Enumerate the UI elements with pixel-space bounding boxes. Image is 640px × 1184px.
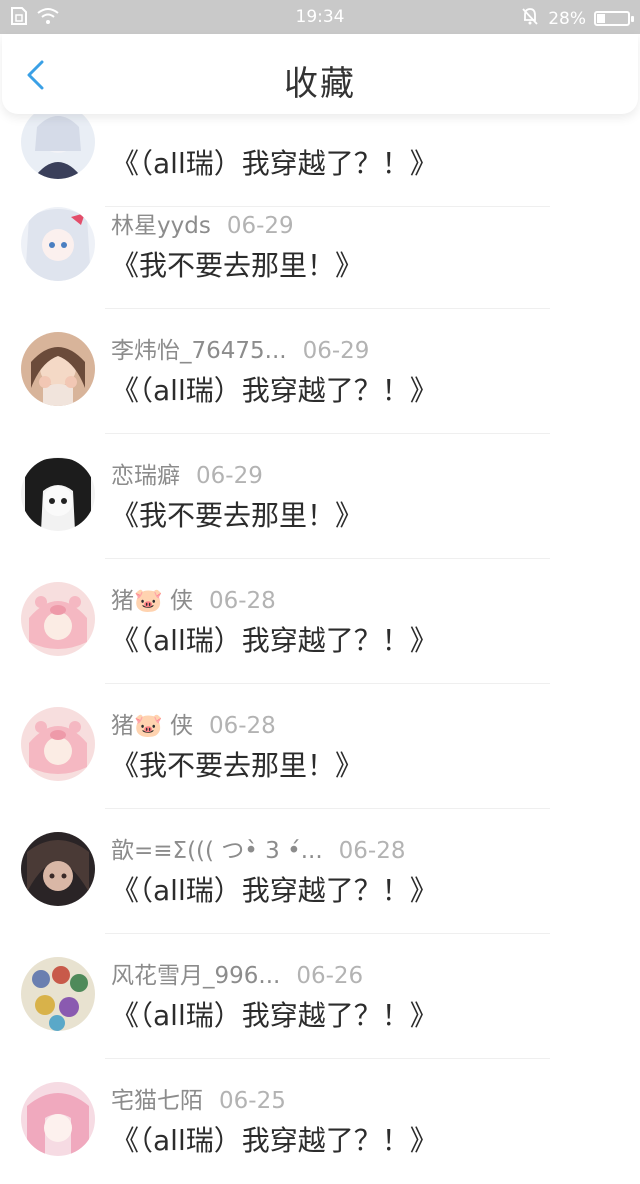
post-date: 06-29: [302, 338, 370, 364]
favorite-title: 《我不要去那里！》: [111, 749, 364, 782]
avatar: [21, 957, 95, 1031]
list-item[interactable]: 猪🐷 侠 06-28 《我不要去那里！》: [0, 684, 640, 809]
author-name: 林星yyds: [111, 213, 211, 239]
list-item[interactable]: 宅猫七陌 06-25 《（all瑞）我穿越了？！》: [0, 1059, 640, 1184]
favorite-title: 《（all瑞）我穿越了？！》: [111, 374, 438, 407]
header: 收藏: [2, 34, 638, 114]
page-title: 收藏: [284, 64, 356, 104]
avatar: [21, 207, 95, 281]
author-name: 猪🐷 侠: [111, 713, 193, 739]
mute-bell-icon: [520, 6, 540, 31]
favorite-title: 《（all瑞）我穿越了？！》: [111, 1124, 438, 1157]
avatar: [21, 707, 95, 781]
author-name: 宅猫七陌: [111, 1088, 203, 1114]
author-name: 恋瑞癖: [111, 463, 180, 489]
status-bar: 19:34 28%: [0, 0, 640, 34]
post-date: 06-28: [208, 588, 276, 614]
avatar: [21, 1082, 95, 1156]
battery-icon: [594, 11, 634, 26]
avatar: [21, 457, 95, 531]
list-item[interactable]: 李炜怡_76475... 06-29 《（all瑞）我穿越了？！》: [0, 309, 640, 434]
avatar: [21, 332, 95, 406]
post-date: 06-28: [208, 713, 276, 739]
author-name: 猪🐷 侠: [111, 588, 193, 614]
list-item[interactable]: 歆=≡Σ((( つ•̀ 3 •́... 06-28 《（all瑞）我穿越了？！》: [0, 809, 640, 934]
avatar: [21, 832, 95, 906]
battery-percent: 28%: [548, 8, 586, 29]
post-date: 06-29: [196, 463, 263, 489]
post-date: 06-28: [338, 838, 406, 864]
post-date: 06-26: [296, 963, 364, 989]
list-item[interactable]: 猪🐷 侠 06-28 《（all瑞）我穿越了？！》: [0, 559, 640, 684]
avatar: [21, 582, 95, 656]
favorite-title: 《（all瑞）我穿越了？！》: [111, 999, 438, 1032]
favorite-title: 《（all瑞）我穿越了？！》: [111, 624, 438, 657]
author-name: 风花雪月_996...: [111, 963, 281, 989]
list-item[interactable]: 恋瑞癖 06-29 《我不要去那里！》: [0, 434, 640, 559]
avatar: [21, 105, 95, 179]
post-date: 06-29: [226, 213, 294, 239]
favorite-title: 《我不要去那里！》: [111, 249, 364, 282]
favorite-title: 《（all瑞）我穿越了？！》: [111, 874, 438, 907]
author-name: 歆=≡Σ((( つ•̀ 3 •́...: [111, 838, 323, 864]
favorite-title: 《我不要去那里！》: [111, 499, 364, 532]
post-date: 06-25: [219, 1088, 286, 1114]
list-item[interactable]: 林星yyds 06-29 《我不要去那里！》: [0, 184, 640, 309]
author-name: 李炜怡_76475...: [111, 338, 287, 364]
list-item[interactable]: 风花雪月_996... 06-26 《（all瑞）我穿越了？！》: [0, 934, 640, 1059]
favorite-title: 《（all瑞）我穿越了？！》: [111, 147, 438, 180]
